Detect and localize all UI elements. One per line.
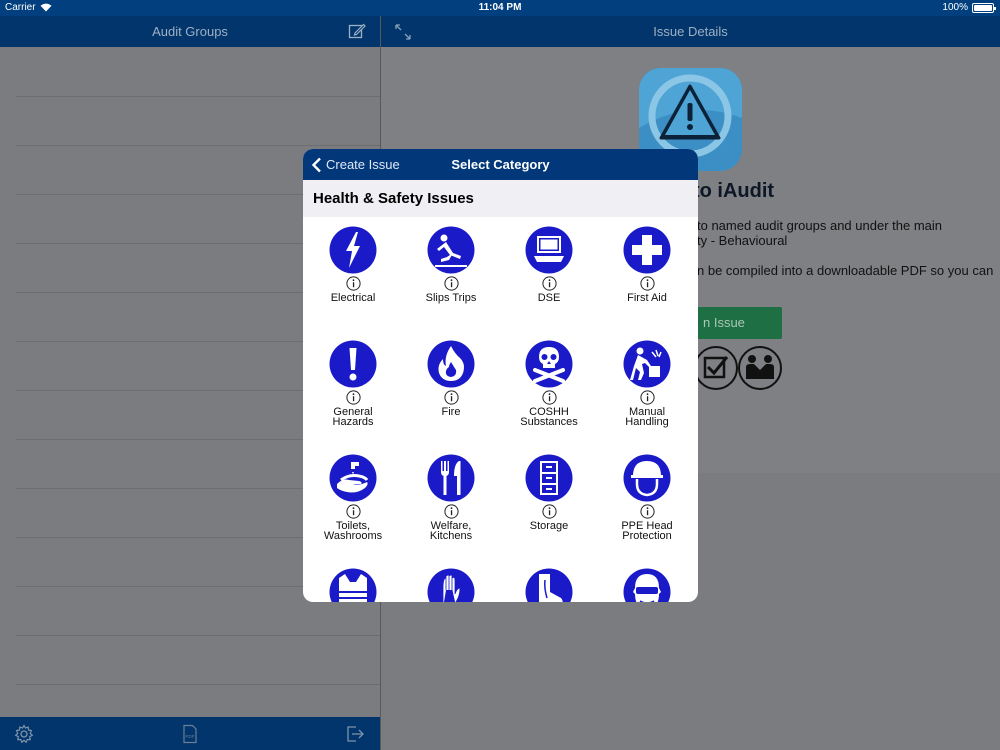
filing-cabinet-icon xyxy=(525,454,573,502)
list-separator xyxy=(16,684,380,685)
popover-navbar: Select Category Create Issue xyxy=(303,149,698,180)
clock: 11:04 PM xyxy=(478,2,522,13)
category-ppe-head-protection[interactable]: PPE Head Protection xyxy=(598,454,696,564)
category-safety-boots[interactable] xyxy=(500,568,598,602)
category-safety-goggles[interactable] xyxy=(598,568,696,602)
list-separator xyxy=(16,96,380,97)
category-fire[interactable]: Fire xyxy=(402,340,500,450)
info-icon[interactable] xyxy=(443,276,459,291)
checkbox-icon xyxy=(694,346,738,390)
category-label: First Aid xyxy=(627,292,667,304)
info-icon[interactable] xyxy=(639,276,655,291)
category-label: COSHH Substances xyxy=(520,406,578,428)
info-icon[interactable] xyxy=(541,276,557,291)
category-gloves[interactable] xyxy=(402,568,500,602)
battery-icon xyxy=(972,2,996,13)
welcome-heading: to iAudit xyxy=(693,180,775,202)
battery-percent: 100% xyxy=(942,2,968,13)
category-label: Toilets, Washrooms xyxy=(323,520,383,542)
computer-icon xyxy=(525,226,573,274)
lifting-box-icon xyxy=(623,340,671,388)
hi-vis-vest-icon xyxy=(329,568,377,602)
issue-details-title: Issue Details xyxy=(653,24,728,39)
battery-indicator: 100% xyxy=(942,2,996,13)
audit-groups-title: Audit Groups xyxy=(152,24,228,39)
create-issue-button[interactable]: n Issue xyxy=(697,307,782,339)
pdf-icon[interactable]: PDF xyxy=(180,724,200,744)
logout-icon[interactable] xyxy=(345,724,365,744)
category-label: DSE xyxy=(537,292,561,304)
lightning-icon xyxy=(329,226,377,274)
handshake-icon xyxy=(738,346,782,390)
category-label: Manual Handling xyxy=(625,406,669,428)
list-separator xyxy=(16,145,380,146)
slip-icon xyxy=(427,226,475,274)
category-electrical[interactable]: Electrical xyxy=(304,226,402,336)
category-first-aid[interactable]: First Aid xyxy=(598,226,696,336)
audit-groups-navbar: Audit Groups xyxy=(0,16,380,47)
info-icon[interactable] xyxy=(639,390,655,405)
back-button[interactable]: Create Issue xyxy=(311,149,400,180)
category-hi-vis-vest[interactable] xyxy=(304,568,402,602)
pdf-icon-label: PDF xyxy=(186,734,195,739)
category-label: Slips Trips xyxy=(425,292,477,304)
issue-details-navbar: Issue Details xyxy=(381,16,1000,47)
info-icon[interactable] xyxy=(345,276,361,291)
info-icon[interactable] xyxy=(443,504,459,519)
gloves-icon xyxy=(427,568,475,602)
select-category-popover: Select Category Create Issue Health & Sa… xyxy=(303,149,698,602)
compose-icon[interactable] xyxy=(348,22,366,40)
section-header: Health & Safety Issues xyxy=(303,180,698,217)
category-dse[interactable]: DSE xyxy=(500,226,598,336)
exclamation-icon xyxy=(329,340,377,388)
category-label: General Hazards xyxy=(332,406,374,428)
chevron-left-icon xyxy=(311,157,321,172)
safety-boot-icon xyxy=(525,568,573,602)
knife-fork-icon xyxy=(427,454,475,502)
status-bar: Carrier 11:04 PM 100% xyxy=(0,0,1000,16)
info-icon[interactable] xyxy=(345,390,361,405)
category-coshh-substances[interactable]: COSHH Substances xyxy=(500,340,598,450)
hard-hat-icon xyxy=(623,454,671,502)
category-label: Storage xyxy=(529,520,569,532)
description-line-3: n be compiled into a downloadable PDF so… xyxy=(697,263,994,278)
flame-icon xyxy=(427,340,475,388)
category-manual-handling[interactable]: Manual Handling xyxy=(598,340,696,450)
audit-groups-toolbar: PDF xyxy=(0,717,380,750)
gear-icon[interactable] xyxy=(14,724,34,744)
category-grid: Electrical Slips Trips DSE First Aid Gen… xyxy=(303,217,698,602)
category-label: Fire xyxy=(441,406,461,418)
skull-crossbones-icon xyxy=(525,340,573,388)
description-line-2: ty - Behavioural xyxy=(697,233,788,248)
category-storage[interactable]: Storage xyxy=(500,454,598,564)
info-icon[interactable] xyxy=(443,390,459,405)
hand-wash-icon xyxy=(329,454,377,502)
list-separator xyxy=(16,635,380,636)
category-label: Electrical xyxy=(330,292,376,304)
info-icon[interactable] xyxy=(639,504,655,519)
category-label: Welfare, Kitchens xyxy=(429,520,473,542)
category-slips-trips[interactable]: Slips Trips xyxy=(402,226,500,336)
first-aid-cross-icon xyxy=(623,226,671,274)
back-button-label: Create Issue xyxy=(326,157,400,172)
category-welfare-kitchens[interactable]: Welfare, Kitchens xyxy=(402,454,500,564)
category-general-hazards[interactable]: General Hazards xyxy=(304,340,402,450)
category-label: PPE Head Protection xyxy=(621,520,673,542)
info-icon[interactable] xyxy=(345,504,361,519)
safety-goggles-icon xyxy=(623,568,671,602)
info-icon[interactable] xyxy=(541,504,557,519)
category-toilets-washrooms[interactable]: Toilets, Washrooms xyxy=(304,454,402,564)
description-line-1: to named audit groups and under the main xyxy=(697,218,943,233)
info-icon[interactable] xyxy=(541,390,557,405)
